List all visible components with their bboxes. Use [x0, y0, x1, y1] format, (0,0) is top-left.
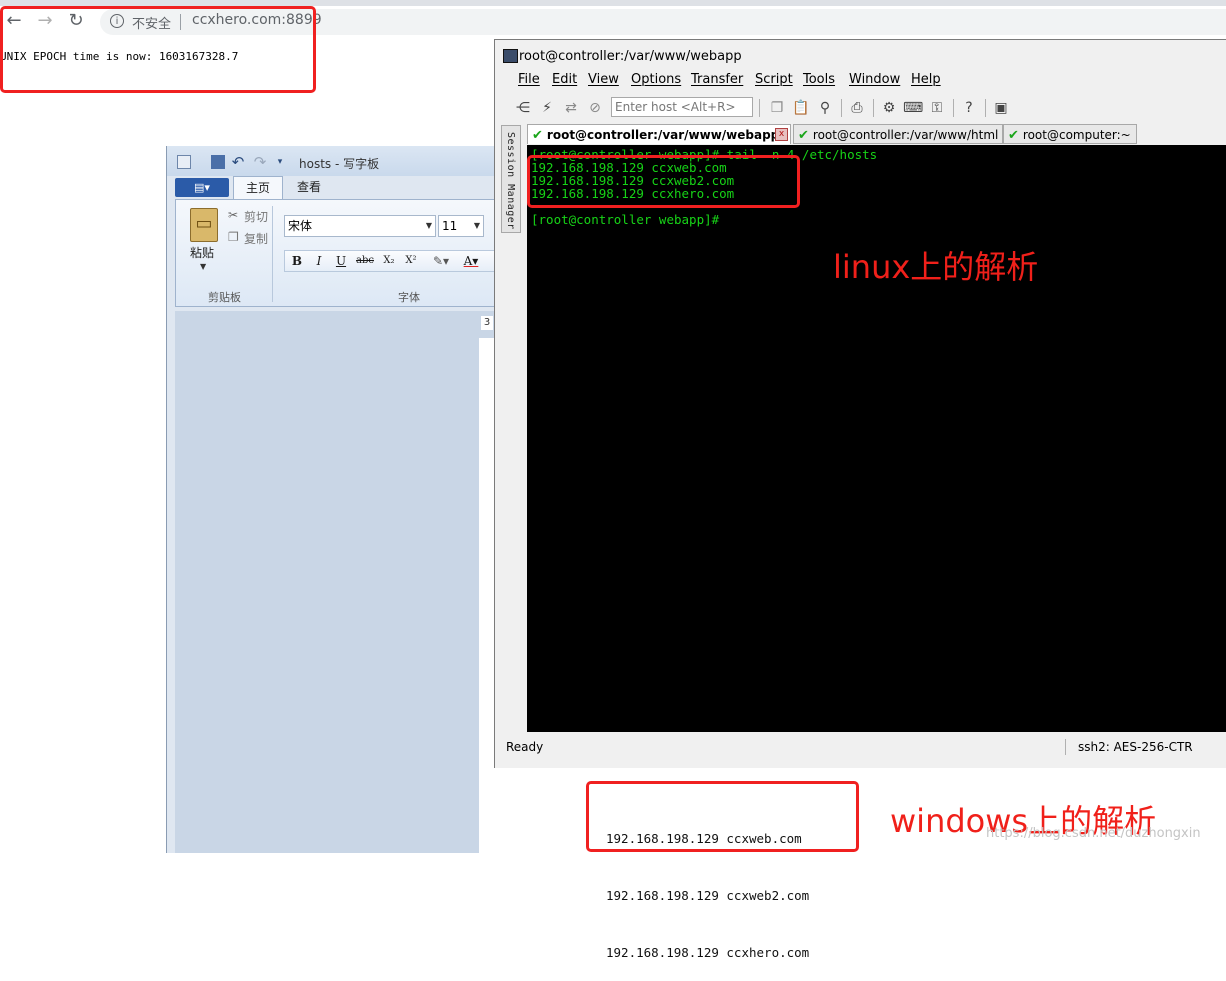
italic-button[interactable]: I — [309, 253, 329, 269]
subscript-button[interactable]: X₂ — [379, 253, 399, 269]
toolbar-separator — [759, 99, 760, 117]
hosts-line: 192.168.198.129 ccxhero.com — [606, 945, 810, 960]
quick-connect-icon[interactable]: ⚡ — [537, 98, 557, 118]
tab-view[interactable]: 查看 — [285, 176, 333, 198]
connect-tree-icon[interactable]: ⋲ — [513, 98, 533, 118]
tab-label: root@controller:/var/www/webapp — [546, 128, 780, 142]
ruler-marker: 3 — [481, 316, 493, 330]
windows-hosts-highlight-box — [586, 781, 859, 852]
font-color-icon[interactable]: A▾ — [457, 253, 485, 269]
font-group-label: 字体 — [398, 291, 420, 304]
paste-button[interactable]: 粘贴 — [190, 244, 214, 261]
watermark: https://blog.csdn.net/duzhongxin — [986, 826, 1201, 841]
menu-script[interactable]: Script — [755, 72, 793, 87]
tab-webapp[interactable]: ✔ root@controller:/var/www/webapp — [527, 124, 791, 144]
find-icon[interactable]: ⚲ — [815, 98, 835, 118]
wordpad-titlebar: ↶ ↷ ▾ hosts - 写字板 — [167, 146, 497, 176]
check-icon: ✔ — [1008, 128, 1019, 143]
menu-window[interactable]: Window — [849, 72, 900, 87]
print-icon[interactable]: ⎙ — [847, 98, 867, 118]
status-cipher: ssh2: AES-256-CTR — [1078, 740, 1193, 754]
chevron-down-icon[interactable]: ▼ — [426, 216, 432, 236]
copy-icon[interactable]: ❐ — [228, 230, 239, 244]
session-manager-label: Session Manager — [505, 132, 516, 230]
menu-tools[interactable]: Tools — [803, 72, 835, 87]
highlight-color-icon[interactable]: ✎▾ — [427, 253, 455, 269]
menu-options[interactable]: Options — [631, 72, 681, 87]
menu-help[interactable]: Help — [911, 72, 941, 87]
gear-icon[interactable]: ⚙ — [879, 98, 899, 118]
close-icon[interactable]: x — [775, 128, 788, 141]
keymap-icon[interactable]: ⌨ — [903, 98, 923, 118]
font-size-select[interactable]: 11 ▼ — [438, 215, 484, 237]
copy-icon[interactable]: ❐ — [767, 98, 787, 118]
menu-file[interactable]: File — [518, 72, 540, 87]
check-icon: ✔ — [532, 128, 543, 143]
status-separator — [1065, 739, 1066, 755]
linux-annotation: linux上的解析 — [833, 248, 1039, 286]
browser-highlight-box — [0, 6, 316, 93]
tab-home[interactable]: 主页 — [233, 176, 284, 199]
undo-icon[interactable]: ↶ — [231, 155, 245, 170]
document-area[interactable] — [175, 311, 497, 853]
save-icon[interactable] — [211, 155, 225, 169]
terminal-prompt: [root@controller webapp]# — [531, 212, 720, 227]
wordpad-app-icon — [177, 155, 191, 169]
wordpad-title: hosts - 写字板 — [299, 157, 380, 171]
toolbar-separator — [841, 99, 842, 117]
bold-button[interactable]: B — [287, 253, 307, 269]
customize-qat-icon[interactable]: ▾ — [273, 155, 287, 169]
chevron-down-icon[interactable]: ▼ — [474, 216, 480, 236]
screenshot-icon[interactable]: ▣ — [991, 98, 1011, 118]
host-input[interactable]: Enter host <Alt+R> — [611, 97, 753, 117]
format-toolbar: B I U abc X₂ X² ✎▾ A▾ — [284, 250, 498, 272]
paste-icon[interactable]: 📋 — [791, 98, 811, 118]
menu-edit[interactable]: Edit — [552, 72, 577, 87]
font-family-value: 宋体 — [288, 219, 313, 233]
ribbon-separator — [272, 206, 273, 302]
hosts-line: 192.168.198.129 ccxweb2.com — [606, 888, 810, 903]
scissors-icon[interactable]: ✂ — [228, 208, 238, 222]
font-size-value: 11 — [442, 219, 458, 233]
terminal[interactable]: [root@controller webapp]# tail -n 4 /etc… — [527, 145, 1226, 732]
redo-icon[interactable]: ↷ — [253, 155, 267, 170]
linux-hosts-highlight-box — [527, 155, 800, 208]
key-icon[interactable]: ⚿ — [927, 98, 947, 118]
paste-dropdown-icon[interactable]: ▼ — [200, 262, 206, 271]
help-icon[interactable]: ? — [959, 98, 979, 118]
font-family-select[interactable]: 宋体 ▼ — [284, 215, 436, 237]
menu-view[interactable]: View — [588, 72, 619, 87]
toolbar: ⋲ ⚡ ⇄ ⊘ Enter host <Alt+R> ❐ 📋 ⚲ ⎙ ⚙ ⌨ ⚿… — [495, 96, 1226, 122]
clipboard-group-label: 剪贴板 — [208, 291, 241, 304]
superscript-button[interactable]: X² — [401, 253, 421, 269]
menu-transfer[interactable]: Transfer — [691, 72, 743, 87]
reconnect-icon[interactable]: ⇄ — [561, 98, 581, 118]
tab-label: root@controller:/var/www/html — [812, 128, 999, 142]
status-ready: Ready — [506, 740, 544, 754]
toolbar-separator — [985, 99, 986, 117]
securecrt-app-icon — [503, 49, 518, 63]
status-bar: Ready ssh2: AES-256-CTR — [495, 737, 1226, 757]
disconnect-icon[interactable]: ⊘ — [585, 98, 605, 118]
copy-button[interactable]: 复制 — [244, 230, 268, 247]
tab-html[interactable]: ✔ root@controller:/var/www/html — [793, 124, 1003, 144]
clipboard-icon[interactable]: ▭ — [190, 208, 218, 242]
wordpad-menu-button[interactable]: ▤▾ — [175, 178, 229, 197]
securecrt-title: root@controller:/var/www/webapp — [519, 49, 742, 64]
ribbon: ▭ 粘贴 ▼ ✂ 剪切 ❐ 复制 剪贴板 宋体 ▼ 11 ▼ B I U abc… — [175, 199, 498, 307]
tab-label: root@computer:~ — [1022, 128, 1131, 142]
check-icon: ✔ — [798, 128, 809, 143]
session-manager-tab[interactable]: Session Manager — [501, 125, 521, 233]
toolbar-separator — [953, 99, 954, 117]
toolbar-separator — [873, 99, 874, 117]
cut-button[interactable]: 剪切 — [244, 208, 268, 225]
underline-button[interactable]: U — [331, 253, 351, 269]
tab-computer[interactable]: ✔ root@computer:~ — [1003, 124, 1137, 144]
strikethrough-button[interactable]: abc — [353, 253, 377, 269]
securecrt-window: root@controller:/var/www/webapp File Edi… — [494, 39, 1226, 768]
wordpad-window: ↶ ↷ ▾ hosts - 写字板 ▤▾ 主页 查看 ▭ 粘贴 ▼ ✂ 剪切 ❐… — [166, 146, 498, 853]
